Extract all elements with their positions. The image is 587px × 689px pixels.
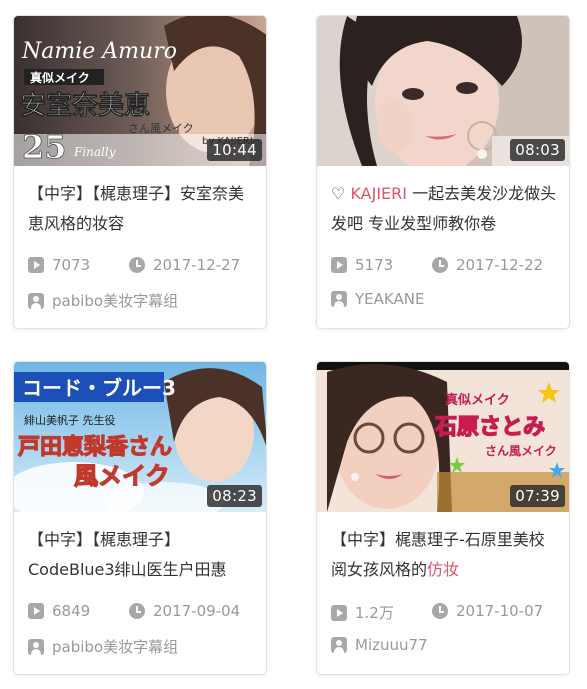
uploader[interactable]: pabibo美妆字幕组 (28, 290, 178, 311)
clock-icon (129, 257, 145, 273)
view-count: 6849 (28, 602, 90, 620)
video-duration: 08:03 (510, 139, 565, 161)
clock-icon (432, 603, 448, 619)
svg-text:さん風メイク: さん風メイク (485, 444, 557, 458)
video-card[interactable]: コード・ブルー3 緋山美帆子 先生役 戸田恵梨香さん 風メイク 08:23 【中… (13, 361, 267, 675)
upload-date: 2017-12-22 (432, 256, 543, 274)
svg-text:真似メイク: 真似メイク (30, 70, 90, 85)
play-count-icon (28, 257, 44, 273)
svg-text:緋山美帆子 先生役: 緋山美帆子 先生役 (24, 413, 116, 427)
video-title[interactable]: ♡ KAJIERI 一起去美发沙龙做头发吧 专业发型师教你卷 (331, 179, 559, 243)
uploader[interactable]: YEAKANE (331, 290, 424, 308)
video-card[interactable]: 真似メイク 石原さとみ さん風メイク 07:39 【中字】梶惠理子-石原里美校阅… (316, 361, 570, 675)
view-count: 7073 (28, 256, 90, 274)
video-duration: 08:23 (207, 485, 262, 507)
svg-text:安室奈美恵: 安室奈美恵 (20, 90, 150, 121)
play-count-icon (28, 603, 44, 619)
svg-text:戸田恵梨香さん: 戸田恵梨香さん (18, 435, 172, 460)
video-title[interactable]: 【中字】【梶恵理子】CodeBlue3绯山医生户田惠 (28, 525, 256, 589)
video-thumbnail[interactable]: Namie Amuro 真似メイク 安室奈美恵 さん風メイク 25 Finall… (14, 16, 266, 166)
video-card[interactable]: Namie Amuro 真似メイク 安室奈美恵 さん風メイク 25 Finall… (13, 15, 267, 329)
video-duration: 07:39 (510, 485, 565, 507)
svg-text:コード・ブルー3: コード・ブルー3 (22, 376, 176, 400)
play-count-icon (331, 604, 347, 621)
video-title[interactable]: 【中字】梶惠理子-石原里美校阅女孩风格的仿妆 (331, 525, 559, 589)
video-thumbnail[interactable]: 真似メイク 石原さとみ さん風メイク 07:39 (317, 362, 569, 512)
upload-date: 2017-12-27 (129, 256, 240, 274)
view-count: 5173 (331, 256, 393, 274)
svg-text:Namie Amuro: Namie Amuro (21, 39, 177, 64)
user-icon (331, 637, 347, 653)
upload-date: 2017-09-04 (129, 602, 240, 620)
video-thumbnail[interactable]: コード・ブルー3 緋山美帆子 先生役 戸田恵梨香さん 風メイク 08:23 (14, 362, 266, 512)
video-meta: 7073 2017-12-27 (28, 256, 256, 278)
video-meta: 6849 2017-09-04 (28, 602, 256, 624)
view-count: 1.2万 (331, 602, 394, 623)
svg-text:さん風メイク: さん風メイク (128, 122, 194, 135)
svg-text:Finally: Finally (73, 145, 116, 159)
video-thumbnail[interactable]: 08:03 (317, 16, 569, 166)
svg-text:風メイク: 風メイク (74, 462, 170, 490)
user-icon (331, 291, 347, 307)
video-card[interactable]: 08:03 ♡ KAJIERI 一起去美发沙龙做头发吧 专业发型师教你卷 517… (316, 15, 570, 329)
video-meta: 5173 2017-12-22 (331, 256, 559, 278)
clock-icon (129, 603, 145, 619)
user-icon (28, 292, 44, 309)
svg-text:石原さとみ: 石原さとみ (434, 415, 545, 440)
upload-date: 2017-10-07 (432, 602, 543, 620)
video-duration: 10:44 (207, 139, 262, 161)
video-meta: 1.2万 2017-10-07 (331, 602, 559, 624)
svg-text:25: 25 (22, 128, 67, 166)
clock-icon (432, 257, 448, 273)
user-icon (28, 638, 44, 655)
svg-text:真似メイク: 真似メイク (445, 392, 510, 408)
uploader[interactable]: pabibo美妆字幕组 (28, 636, 178, 657)
video-title[interactable]: 【中字】【梶恵理子】安室奈美恵风格的妆容 (28, 179, 256, 243)
uploader[interactable]: Mizuuu77 (331, 636, 428, 654)
play-count-icon (331, 257, 347, 273)
